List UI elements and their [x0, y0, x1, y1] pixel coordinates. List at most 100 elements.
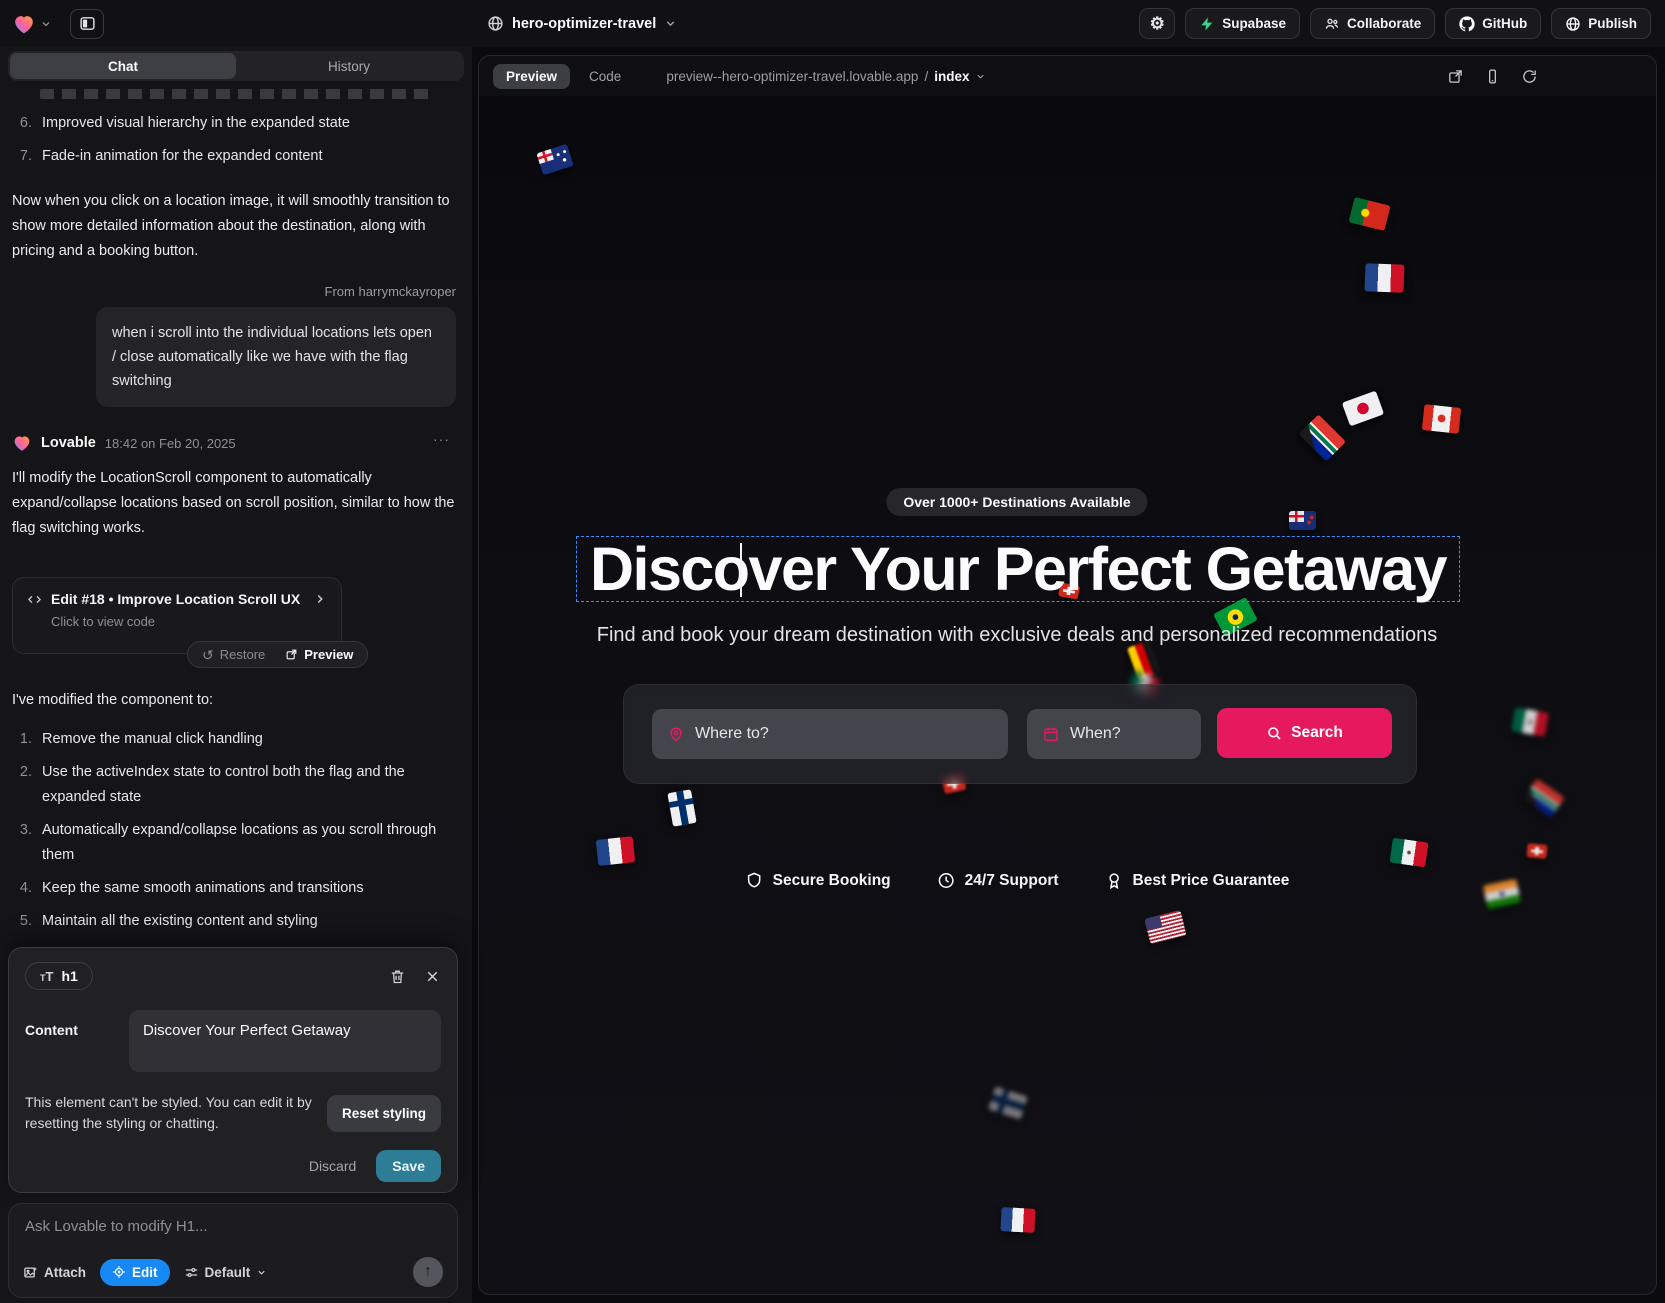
user-message-author: From harrymckayroper: [12, 284, 456, 299]
list-item: 7. Fade-in animation for the expanded co…: [12, 144, 456, 169]
sidebar-toggle-button[interactable]: [70, 9, 104, 39]
mobile-view-icon[interactable]: [1484, 68, 1501, 85]
tab-code[interactable]: Code: [576, 64, 634, 89]
chevron-down-icon: [256, 1267, 267, 1278]
when-placeholder: When?: [1070, 725, 1121, 743]
mx-flag-icon: [1511, 707, 1549, 737]
crosshair-icon: [112, 1265, 126, 1279]
content-input[interactable]: Discover Your Perfect Getaway: [129, 1010, 441, 1072]
attach-button[interactable]: Attach: [23, 1265, 86, 1280]
list-item: 3.Automatically expand/collapse location…: [12, 818, 456, 868]
supabase-bolt-icon: [1199, 16, 1215, 32]
location-pin-icon: [667, 725, 685, 743]
fr-flag-icon: [1365, 263, 1405, 292]
preview-panel: Preview Code preview--hero-optimizer-tra…: [478, 55, 1657, 1295]
where-placeholder: Where to?: [695, 725, 769, 743]
preview-url[interactable]: preview--hero-optimizer-travel.lovable.a…: [666, 69, 986, 84]
chevron-down-icon: [664, 17, 677, 30]
close-icon[interactable]: [424, 968, 441, 985]
tab-history[interactable]: History: [236, 53, 462, 79]
styling-note: This element can't be styled. You can ed…: [25, 1092, 315, 1134]
supabase-button[interactable]: Supabase: [1185, 8, 1300, 39]
fr-flag-icon: [596, 836, 636, 866]
element-tag-pill[interactable]: TT h1: [25, 962, 93, 990]
lovable-logo-menu[interactable]: [12, 12, 52, 36]
editor-panel-actions: Discard Save: [25, 1150, 441, 1182]
editor-panel-header: TT h1: [25, 962, 441, 990]
tab-chat[interactable]: Chat: [10, 53, 236, 79]
za-flag-icon: [1523, 778, 1565, 817]
preview-toolbar: Preview Code preview--hero-optimizer-tra…: [479, 56, 1656, 96]
project-switcher[interactable]: hero-optimizer-travel: [487, 0, 677, 47]
restore-button[interactable]: ↺ Restore: [194, 647, 273, 662]
assistant-paragraph: Now when you click on a location image, …: [12, 189, 456, 264]
assistant-paragraph: I've modified the component to:: [12, 688, 456, 713]
edit-card-header: Edit #18 • Improve Location Scroll UX: [27, 591, 327, 607]
assistant-paragraph: I'll modify the LocationScroll component…: [12, 466, 456, 541]
settings-button[interactable]: ⚙: [1139, 8, 1175, 39]
message-more-menu[interactable]: ···: [433, 431, 450, 447]
composer-input[interactable]: [25, 1218, 443, 1235]
github-icon: [1459, 16, 1475, 32]
mx-flag-icon: [1389, 838, 1428, 868]
fi-flag-icon: [988, 1086, 1028, 1119]
lovable-app-window: hero-optimizer-travel ⚙ Supabase Collabo…: [0, 0, 1665, 1303]
ch-flag-icon: [1526, 843, 1548, 859]
discard-button[interactable]: Discard: [309, 1158, 356, 1174]
lovable-heart-icon: [12, 433, 32, 453]
text-size-icon: TT: [40, 969, 53, 984]
refresh-icon[interactable]: [1521, 68, 1538, 85]
save-button[interactable]: Save: [376, 1150, 441, 1182]
tab-preview[interactable]: Preview: [493, 64, 570, 89]
edit-mode-button[interactable]: Edit: [100, 1259, 170, 1286]
nz-flag-icon: [1289, 511, 1316, 530]
model-mode-selector[interactable]: Default: [184, 1265, 268, 1280]
trash-icon[interactable]: [389, 968, 406, 985]
feature-secure-booking: Secure Booking: [745, 871, 891, 890]
globe-icon: [1565, 16, 1581, 32]
clipped-message-row: [40, 89, 436, 99]
hero-headline: Discover Your Perfect Getaway: [590, 534, 1446, 604]
project-name: hero-optimizer-travel: [512, 16, 656, 32]
open-external-icon[interactable]: [1447, 68, 1464, 85]
preview-toolbar-icons: [1447, 56, 1538, 96]
edit-card-title: Edit #18 • Improve Location Scroll UX: [51, 591, 304, 607]
chevron-down-icon: [975, 71, 986, 82]
content-field-row: Content Discover Your Perfect Getaway: [25, 1010, 441, 1072]
fr-flag-icon: [1000, 1207, 1035, 1233]
calendar-icon: [1042, 725, 1060, 743]
publish-button[interactable]: Publish: [1551, 8, 1651, 39]
chat-sidebar: Chat History 6. Improved visual hierarch…: [0, 47, 472, 1303]
styling-note-row: This element can't be styled. You can ed…: [25, 1092, 441, 1134]
preview-page: index: [934, 69, 969, 84]
fi-flag-icon: [667, 789, 697, 827]
reset-styling-button[interactable]: Reset styling: [327, 1095, 441, 1132]
feature-support: 24/7 Support: [937, 871, 1059, 890]
code-icon: [27, 592, 42, 607]
topbar-actions: ⚙ Supabase Collaborate GitHub Publish: [1139, 8, 1651, 39]
award-icon: [1105, 871, 1124, 890]
where-input[interactable]: Where to?: [652, 709, 1008, 759]
destinations-badge: Over 1000+ Destinations Available: [886, 488, 1147, 516]
list-item: 6. Improved visual hierarchy in the expa…: [12, 111, 456, 136]
pt-flag-icon: [1348, 197, 1391, 232]
au-flag-icon: [536, 144, 574, 176]
headline-selection-box[interactable]: Discover Your Perfect Getaway: [576, 536, 1460, 602]
sidebar-tabs: Chat History: [8, 51, 464, 81]
lovable-heart-icon: [12, 12, 36, 36]
github-button[interactable]: GitHub: [1445, 8, 1541, 39]
composer-toolbar: Attach Edit Default ↑: [23, 1257, 443, 1287]
send-button[interactable]: ↑: [413, 1257, 443, 1287]
list-item: 4.Keep the same smooth animations and tr…: [12, 876, 456, 901]
search-button[interactable]: Search: [1217, 708, 1392, 758]
za-flag-icon: [1299, 414, 1346, 461]
collaborate-button[interactable]: Collaborate: [1310, 8, 1435, 39]
assistant-name: Lovable: [41, 435, 96, 451]
element-tag-label: h1: [61, 968, 77, 984]
preview-viewport[interactable]: Over 1000+ Destinations Available Discov…: [479, 96, 1656, 1294]
ca-flag-icon: [1422, 404, 1462, 434]
when-input[interactable]: When?: [1027, 709, 1201, 759]
in-flag-icon: [1483, 879, 1521, 910]
panel-left-icon: [79, 15, 96, 32]
preview-version-button[interactable]: Preview: [277, 647, 361, 662]
